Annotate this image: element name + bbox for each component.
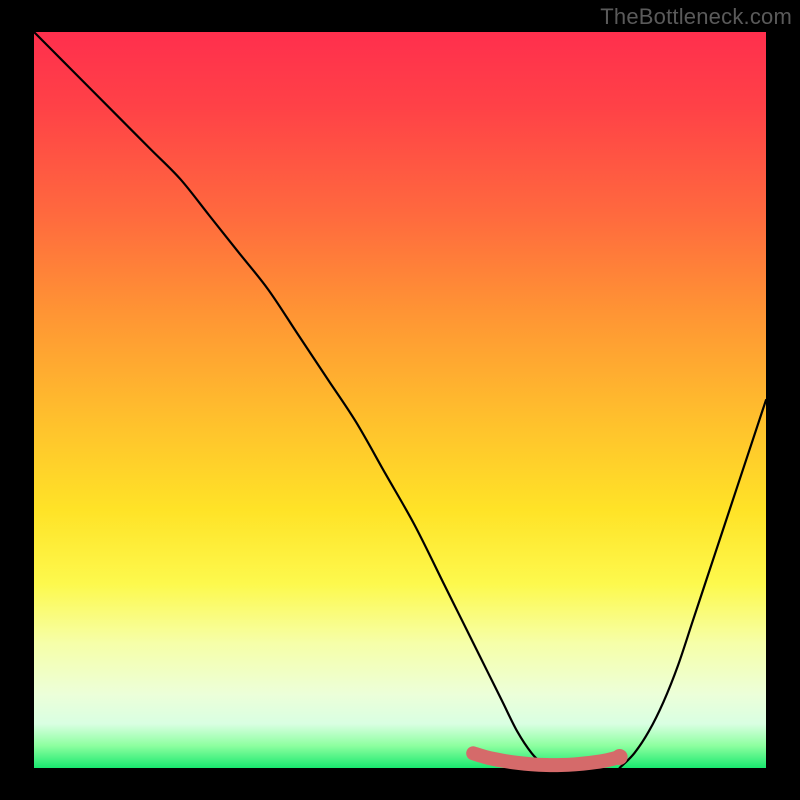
watermark-text: TheBottleneck.com [600,4,792,30]
highlight-dot [612,749,628,765]
left-curve [34,32,546,768]
plot-area [34,32,766,768]
chart-frame: TheBottleneck.com [0,0,800,800]
highlight-segment [473,753,619,765]
curve-layer [34,32,766,768]
right-curve [620,400,766,768]
